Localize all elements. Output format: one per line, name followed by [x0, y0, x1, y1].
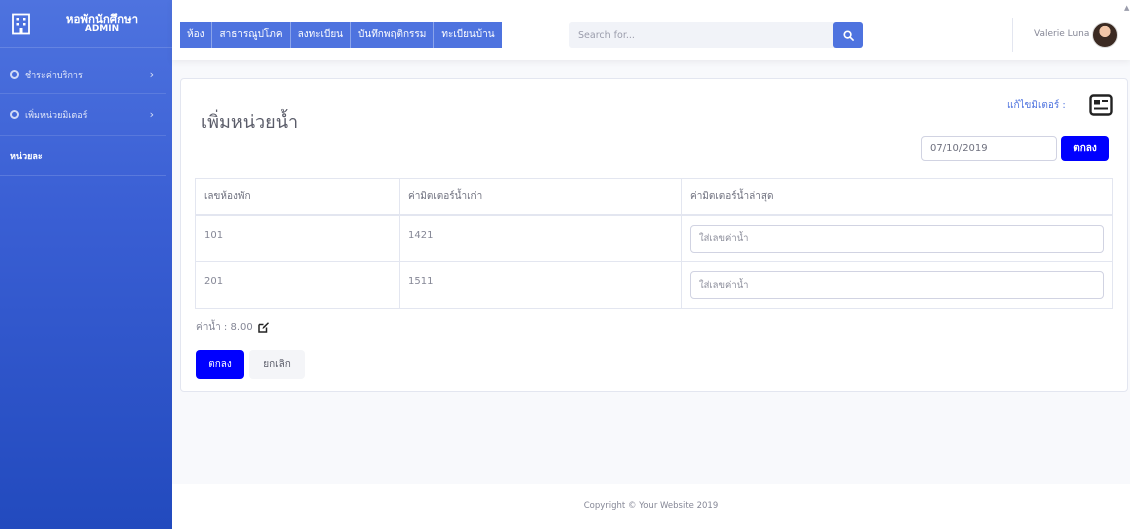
brand-subtitle: ADMIN	[84, 23, 120, 34]
avatar[interactable]	[1092, 22, 1118, 48]
search-input[interactable]	[569, 22, 836, 48]
cursor-icon: ▲	[1124, 4, 1130, 12]
date-input[interactable]	[921, 136, 1057, 161]
building-icon	[12, 13, 30, 34]
submit-button[interactable]: ตกลง	[196, 350, 244, 379]
search-button[interactable]	[833, 22, 863, 48]
search-bar	[569, 22, 863, 48]
user-name[interactable]: Valerie Luna	[1034, 29, 1089, 39]
latest-meter-cell	[681, 261, 1113, 309]
header-room-number: เลขห้องพัก	[195, 178, 400, 216]
water-value-input[interactable]	[690, 271, 1104, 299]
menu-item-house-registration[interactable]: ทะเบียนบ้าน	[434, 22, 502, 48]
table-row: 101 1421	[195, 214, 1113, 262]
cancel-button[interactable]: ยกเลิก	[249, 350, 305, 379]
water-rate: ค่าน้ำ : 8.00	[196, 320, 270, 335]
header-old-meter: ค่ามิตเตอร์น้ำเก่า	[399, 178, 682, 216]
menu-item-room[interactable]: ห้อง	[180, 22, 213, 48]
table-row: 201 1511	[195, 261, 1113, 309]
edit-icon[interactable]	[257, 321, 270, 334]
water-value-input[interactable]	[690, 224, 1104, 253]
water-meter-table: เลขห้องพัก ค่ามิตเตอร์น้ำเก่า ค่ามิตเตอร…	[195, 178, 1113, 309]
id-card-icon[interactable]	[1089, 94, 1113, 116]
sidebar-item-label: ชำระค่าบริการ	[25, 70, 83, 81]
sidebar-item-label: เพิ่มหน่วยมิเตอร์	[25, 110, 88, 121]
chevron-right-icon: ›	[149, 108, 154, 121]
date-ok-button[interactable]: ตกลง	[1061, 136, 1109, 161]
latest-meter-cell	[681, 214, 1113, 262]
add-water-card: เพิ่มหน่วยน้ำ แก้ไขมิเตอร์ : ตกลง เลขห้อ…	[180, 78, 1128, 392]
water-rate-text: ค่าน้ำ : 8.00	[196, 322, 253, 333]
header-latest-meter: ค่ามิตเตอร์น้ำล่าสุด	[681, 178, 1113, 216]
top-menu: ห้อง สาธารณูปโภค ลงทะเบียน บันทึกพฤติกรร…	[180, 22, 502, 48]
menu-item-behavior[interactable]: บันทึกพฤติกรรม	[351, 22, 435, 48]
chevron-right-icon: ›	[149, 68, 154, 81]
search-icon	[842, 29, 854, 41]
table-header-row: เลขห้องพัก ค่ามิตเตอร์น้ำเก่า ค่ามิตเตอร…	[195, 178, 1113, 216]
brand[interactable]: หอพักนักศึกษา ADMIN	[0, 0, 172, 48]
meter-edit-link[interactable]: แก้ไขมิเตอร์ :	[1007, 98, 1066, 113]
sidebar: หอพักนักศึกษา ADMIN ชำระค่าบริการ › เพิ่…	[0, 0, 172, 529]
brand-title: หอพักนักศึกษา	[65, 11, 139, 26]
footer: Copyright © Your Website 2019	[172, 484, 1130, 529]
room-number-cell: 201	[195, 261, 400, 309]
topbar: ห้อง สาธารณูปโภค ลงทะเบียน บันทึกพฤติกรร…	[172, 0, 1130, 60]
room-number-cell: 101	[195, 214, 400, 262]
sidebar-item-unit-rate[interactable]: หน่วยละ	[0, 136, 166, 176]
circle-icon	[10, 110, 19, 119]
sidebar-item-payment[interactable]: ชำระค่าบริการ ›	[0, 56, 166, 94]
circle-icon	[10, 70, 19, 79]
old-meter-cell: 1511	[399, 261, 682, 309]
menu-item-utilities[interactable]: สาธารณูปโภค	[212, 22, 291, 48]
page-title: เพิ่มหน่วยน้ำ	[201, 112, 299, 133]
old-meter-cell: 1421	[399, 214, 682, 262]
sidebar-item-add-meter[interactable]: เพิ่มหน่วยมิเตอร์ ›	[0, 94, 166, 136]
menu-item-register[interactable]: ลงทะเบียน	[290, 22, 352, 48]
topbar-divider	[1012, 18, 1013, 52]
